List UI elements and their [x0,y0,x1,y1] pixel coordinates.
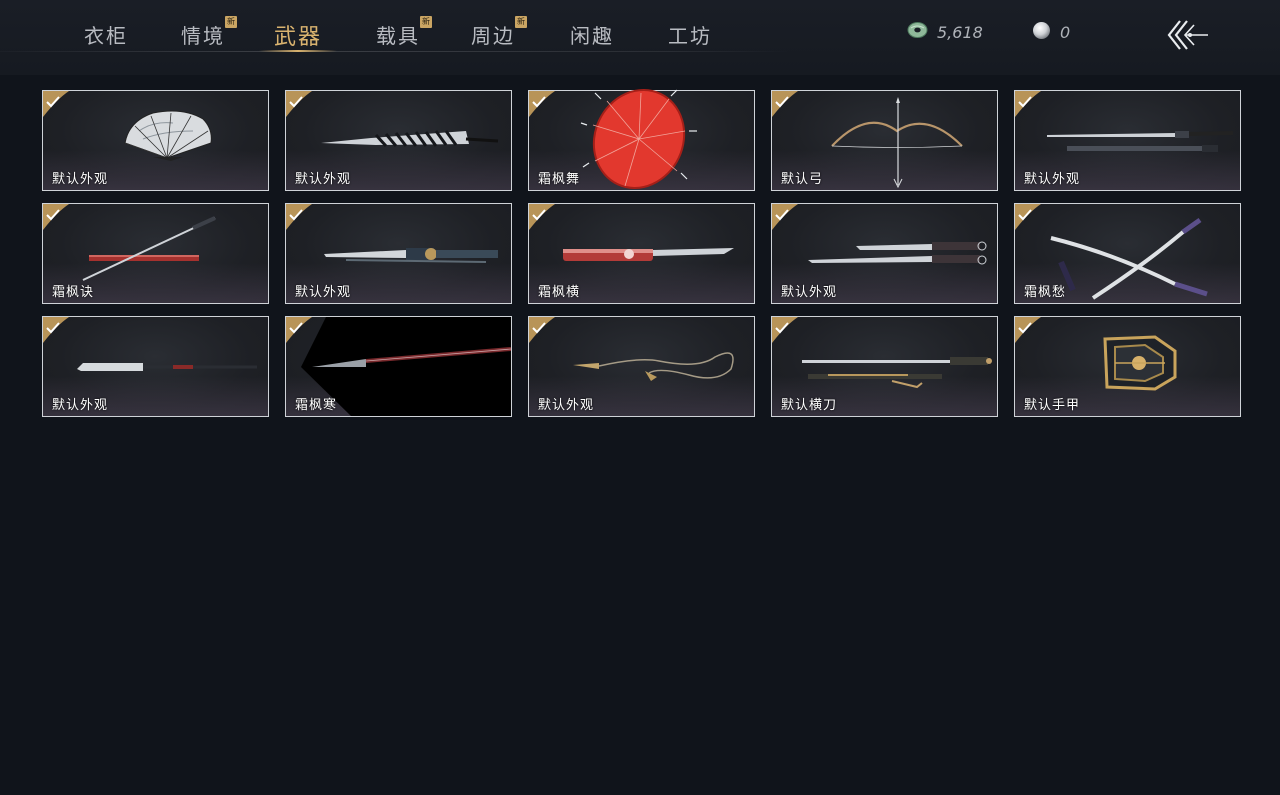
item-label: 霜枫诀 [52,285,95,300]
back-arrow-icon [1167,20,1208,50]
item-label: 默认外观 [52,172,109,187]
item-label: 默认外观 [538,398,595,413]
jade-coin-icon [907,21,928,43]
pearl-amount: 0 [1060,22,1071,42]
weapon-card[interactable]: 默认外观 [42,316,269,417]
owned-check-icon [772,317,798,343]
item-label: 默认弓 [781,172,824,187]
item-label: 默认外观 [781,285,838,300]
owned-check-icon [772,204,798,230]
weapon-card[interactable]: 霜枫舞 [528,89,755,191]
owned-check-icon [772,91,798,117]
pearl-icon [1032,21,1051,44]
owned-check-icon [286,204,312,230]
game-screen: 衣柜 情境 新 武器 载具 新 周边 新 闲趣 工坊 5,618 0 默认外观 … [0,0,1280,795]
weapon-card[interactable]: 默认外观 [528,316,755,417]
tab-weapons[interactable]: 武器 [274,19,322,51]
top-bar: 衣柜 情境 新 武器 载具 新 周边 新 闲趣 工坊 5,618 0 [0,0,1280,75]
jade-currency: 5,618 [907,20,983,44]
tab-label: 工坊 [668,24,712,48]
weapon-card[interactable]: 默认弓 [771,90,998,191]
weapon-card[interactable]: 默认横刀 [771,316,998,417]
item-label: 默认横刀 [781,398,838,413]
owned-check-icon [529,204,555,230]
new-badge: 新 [515,16,527,28]
item-label: 霜枫舞 [538,172,581,187]
item-label: 霜枫横 [538,285,581,300]
new-badge: 新 [225,16,237,28]
weapon-card[interactable]: 默认外观 [285,203,512,304]
item-label: 默认外观 [295,285,352,300]
item-label: 默认外观 [52,398,109,413]
owned-check-icon [43,91,69,117]
jade-amount: 5,618 [937,22,983,42]
tab-leisure[interactable]: 闲趣 [570,20,614,52]
weapon-card[interactable]: 默认外观 [771,203,998,304]
owned-check-icon [1015,317,1041,343]
weapon-card[interactable]: 霜枫诀 [42,203,269,304]
tab-label: 闲趣 [570,24,614,48]
tab-label: 武器 [274,25,323,50]
item-label: 霜枫愁 [1024,285,1067,300]
weapon-card[interactable]: 默认外观 [42,90,269,191]
tab-label: 衣柜 [84,24,128,48]
pearl-currency: 0 [1032,20,1070,44]
tab-merch[interactable]: 周边 新 [471,16,527,52]
weapon-card[interactable]: 默认外观 [1014,90,1241,191]
tab-label: 情境 [181,24,225,48]
owned-check-icon [43,317,69,343]
weapon-card[interactable]: 霜枫愁 [1014,203,1241,304]
owned-check-icon [286,91,312,117]
weapon-card[interactable]: 默认外观 [285,90,512,191]
tab-vehicles[interactable]: 载具 新 [376,16,432,52]
tab-wardrobe[interactable]: 衣柜 [84,20,128,52]
item-label: 默认手甲 [1024,398,1081,413]
weapon-card[interactable]: 霜枫寒 [285,316,512,417]
owned-check-icon [529,317,555,343]
owned-check-icon [286,317,312,343]
tab-workshop[interactable]: 工坊 [668,20,712,52]
owned-check-icon [43,204,69,230]
item-label: 默认外观 [1024,172,1081,187]
tab-label: 载具 [376,24,420,48]
active-tab-indicator [259,50,337,52]
tab-scene[interactable]: 情境 新 [181,16,237,52]
owned-check-icon [1015,91,1041,117]
weapon-card[interactable]: 霜枫横 [528,203,755,304]
tab-label: 周边 [471,24,515,48]
item-label: 霜枫寒 [295,398,338,413]
owned-check-icon [529,91,555,117]
item-label: 默认外观 [295,172,352,187]
back-button[interactable] [1166,18,1212,52]
owned-check-icon [1015,204,1041,230]
weapon-card[interactable]: 默认手甲 [1014,316,1241,417]
new-badge: 新 [420,16,432,28]
